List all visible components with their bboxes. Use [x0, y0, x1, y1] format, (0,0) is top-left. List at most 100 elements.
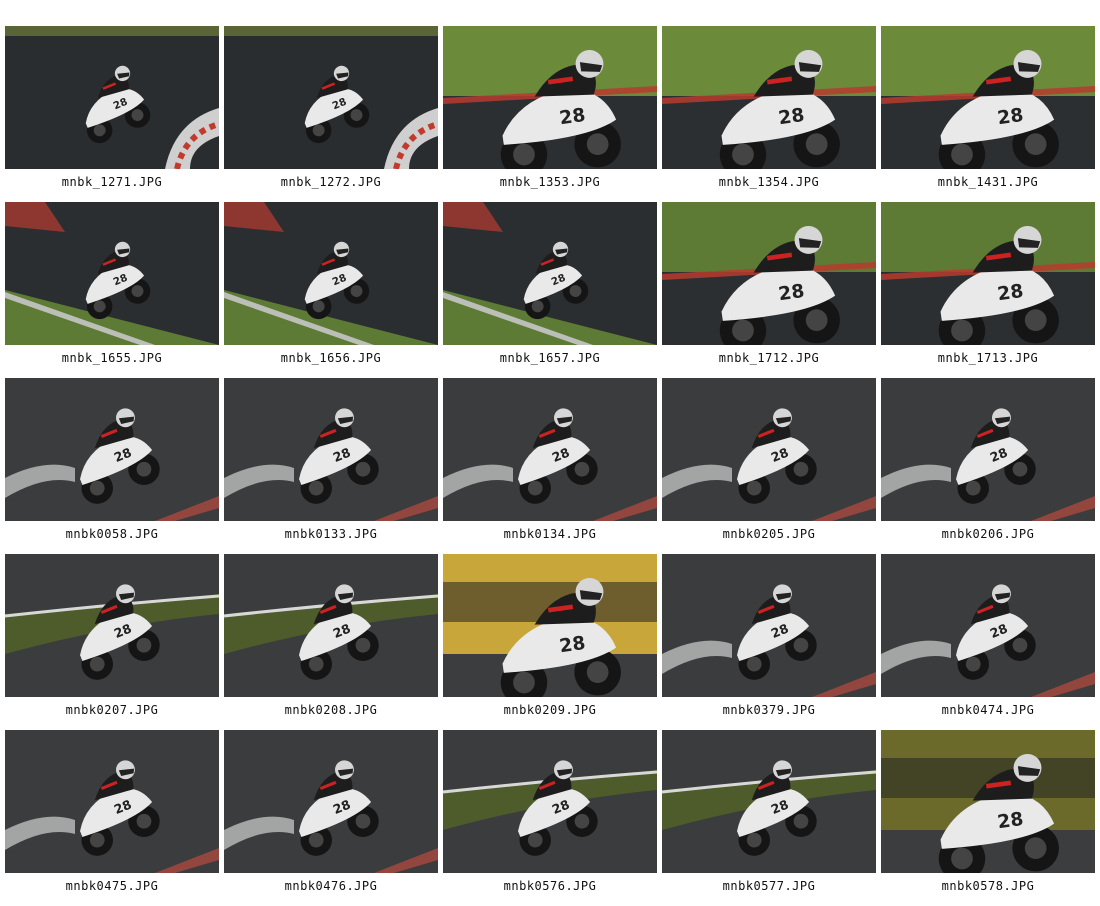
thumbnail-link[interactable]: 28: [881, 730, 1095, 873]
photo-image: 28: [881, 730, 1095, 873]
photo-image: 28: [662, 554, 876, 697]
thumbnail-item[interactable]: 28 mnbk0576.JPG: [443, 730, 657, 906]
bike-number: 28: [558, 633, 587, 657]
thumbnail-filename: mnbk0206.JPG: [941, 527, 1035, 541]
thumbnail-link[interactable]: 28: [443, 554, 657, 697]
bike-number: 28: [996, 105, 1025, 129]
photo-image: 28: [443, 26, 657, 169]
photo-image: 28: [662, 378, 876, 521]
photo-image: 28: [443, 730, 657, 873]
thumbnail-filename: mnbk0577.JPG: [722, 879, 816, 893]
thumbnail-item[interactable]: 28 mnbk_1272.JPG: [224, 26, 438, 202]
thumbnail-item[interactable]: 28 mnbk0578.JPG: [881, 730, 1095, 906]
thumbnail-item[interactable]: 28 mnbk0207.JPG: [5, 554, 219, 730]
thumbnail-item[interactable]: 28 mnbk0208.JPG: [224, 554, 438, 730]
thumbnail-filename: mnbk_1656.JPG: [280, 351, 382, 365]
thumbnail-link[interactable]: 28: [224, 202, 438, 345]
thumbnail-link[interactable]: 28: [881, 378, 1095, 521]
thumbnail-item[interactable]: 28 mnbk0475.JPG: [5, 730, 219, 906]
thumbnail-link[interactable]: 28: [443, 378, 657, 521]
thumbnail-filename: mnbk_1657.JPG: [499, 351, 601, 365]
thumbnail-link[interactable]: 28: [443, 26, 657, 169]
thumbnail-link[interactable]: 28: [881, 26, 1095, 169]
photo-image: 28: [5, 202, 219, 345]
thumbnail-link[interactable]: 28: [662, 378, 876, 521]
thumbnail-link[interactable]: 28: [5, 26, 219, 169]
thumbnail-link[interactable]: 28: [881, 554, 1095, 697]
thumbnail-item[interactable]: 28 mnbk_1271.JPG: [5, 26, 219, 202]
thumbnail-filename: mnbk0475.JPG: [65, 879, 159, 893]
photo-image: 28: [881, 378, 1095, 521]
thumbnail-link[interactable]: 28: [662, 554, 876, 697]
thumbnail-grid: 28 mnbk_1271.JPG 28 mnbk_1272.JPG 28 mnbk_135…: [5, 26, 1096, 906]
thumbnail-filename: mnbk_1353.JPG: [499, 175, 601, 189]
thumbnail-link[interactable]: 28: [443, 730, 657, 873]
thumbnail-item[interactable]: 28 mnbk_1354.JPG: [662, 26, 876, 202]
thumbnail-filename: mnbk0476.JPG: [284, 879, 378, 893]
thumbnail-item[interactable]: 28 mnbk0206.JPG: [881, 378, 1095, 554]
thumbnail-item[interactable]: 28 mnbk0058.JPG: [5, 378, 219, 554]
photo-image: 28: [881, 202, 1095, 345]
thumbnail-item[interactable]: 28 mnbk_1713.JPG: [881, 202, 1095, 378]
thumbnail-item[interactable]: 28 mnbk_1655.JPG: [5, 202, 219, 378]
bike-number: 28: [777, 105, 806, 129]
thumbnail-link[interactable]: 28: [224, 554, 438, 697]
photo-image: 28: [443, 554, 657, 697]
thumbnail-filename: mnbk_1655.JPG: [61, 351, 163, 365]
thumbnail-item[interactable]: 28 mnbk_1431.JPG: [881, 26, 1095, 202]
thumbnail-filename: mnbk0576.JPG: [503, 879, 597, 893]
thumbnail-item[interactable]: 28 mnbk0577.JPG: [662, 730, 876, 906]
thumbnail-filename: mnbk0474.JPG: [941, 703, 1035, 717]
thumbnail-filename: mnbk0578.JPG: [941, 879, 1035, 893]
thumbnail-filename: mnbk_1354.JPG: [718, 175, 820, 189]
photo-image: 28: [5, 26, 219, 169]
photo-image: 28: [881, 26, 1095, 169]
photo-image: 28: [224, 730, 438, 873]
photo-image: 28: [881, 554, 1095, 697]
thumbnail-item[interactable]: 28 mnbk0476.JPG: [224, 730, 438, 906]
thumbnail-item[interactable]: 28 mnbk0133.JPG: [224, 378, 438, 554]
thumbnail-item[interactable]: 28 mnbk_1656.JPG: [224, 202, 438, 378]
thumbnail-item[interactable]: 28 mnbk0134.JPG: [443, 378, 657, 554]
thumbnail-link[interactable]: 28: [5, 378, 219, 521]
thumbnail-filename: mnbk0207.JPG: [65, 703, 159, 717]
thumbnail-filename: mnbk_1431.JPG: [937, 175, 1039, 189]
photo-image: 28: [662, 26, 876, 169]
thumbnail-item[interactable]: 28 mnbk0379.JPG: [662, 554, 876, 730]
photo-image: 28: [5, 378, 219, 521]
thumbnail-item[interactable]: 28 mnbk0205.JPG: [662, 378, 876, 554]
thumbnail-link[interactable]: 28: [662, 202, 876, 345]
thumbnail-item[interactable]: 28 mnbk_1712.JPG: [662, 202, 876, 378]
bike-number: 28: [558, 105, 587, 129]
thumbnail-filename: mnbk_1272.JPG: [280, 175, 382, 189]
thumbnail-filename: mnbk0208.JPG: [284, 703, 378, 717]
photo-image: 28: [224, 554, 438, 697]
photo-image: 28: [662, 730, 876, 873]
thumbnail-link[interactable]: 28: [881, 202, 1095, 345]
thumbnail-link[interactable]: 28: [224, 730, 438, 873]
thumbnail-link[interactable]: 28: [5, 554, 219, 697]
thumbnail-link[interactable]: 28: [443, 202, 657, 345]
thumbnail-link[interactable]: 28: [662, 730, 876, 873]
thumbnail-link[interactable]: 28: [5, 202, 219, 345]
thumbnail-link[interactable]: 28: [662, 26, 876, 169]
thumbnail-item[interactable]: 28 mnbk0209.JPG: [443, 554, 657, 730]
thumbnail-filename: mnbk_1271.JPG: [61, 175, 163, 189]
thumbnail-link[interactable]: 28: [224, 26, 438, 169]
photo-image: 28: [662, 202, 876, 345]
photo-image: 28: [5, 554, 219, 697]
photo-image: 28: [224, 378, 438, 521]
thumbnail-item[interactable]: 28 mnbk0474.JPG: [881, 554, 1095, 730]
thumbnail-item[interactable]: 28 mnbk_1657.JPG: [443, 202, 657, 378]
thumbnail-link[interactable]: 28: [5, 730, 219, 873]
thumbnail-filename: mnbk0133.JPG: [284, 527, 378, 541]
thumbnail-link[interactable]: 28: [224, 378, 438, 521]
thumbnail-filename: mnbk0058.JPG: [65, 527, 159, 541]
photo-image: 28: [443, 202, 657, 345]
photo-image: 28: [443, 378, 657, 521]
bike-number: 28: [996, 809, 1025, 833]
bike-number: 28: [777, 281, 806, 305]
thumbnail-item[interactable]: 28 mnbk_1353.JPG: [443, 26, 657, 202]
photo-image: 28: [224, 202, 438, 345]
thumbnail-filename: mnbk_1712.JPG: [718, 351, 820, 365]
